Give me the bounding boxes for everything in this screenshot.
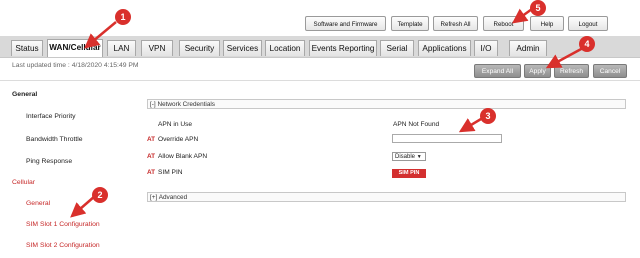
annotation-badge-3: 3 bbox=[480, 108, 496, 124]
annotation-badge-2: 2 bbox=[92, 187, 108, 203]
arrow-3 bbox=[458, 117, 482, 133]
annotation-badge-4: 4 bbox=[579, 36, 595, 52]
arrow-1 bbox=[84, 21, 117, 49]
arrow-2 bbox=[70, 195, 96, 218]
annotation-badge-5: 5 bbox=[530, 0, 546, 16]
annotation-badge-1: 1 bbox=[115, 9, 131, 25]
annotation-arrows bbox=[70, 7, 584, 218]
arrow-4 bbox=[545, 46, 584, 69]
arrow-5 bbox=[511, 7, 533, 24]
